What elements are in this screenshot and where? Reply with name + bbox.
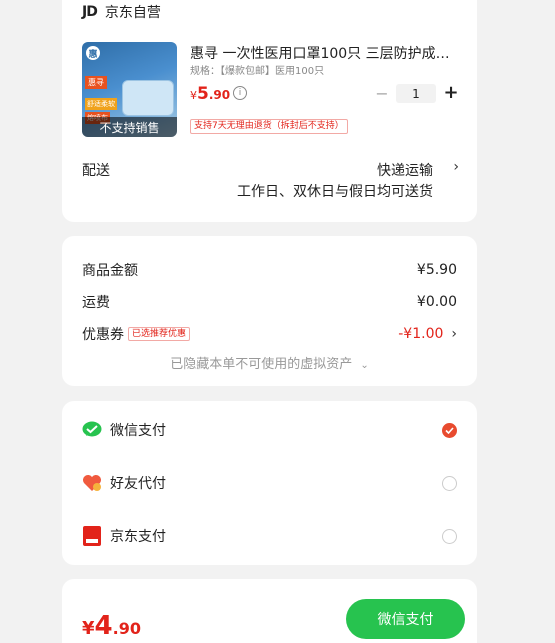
chevron-right-icon[interactable]: › [453, 159, 459, 175]
quantity-input[interactable]: 1 [396, 84, 436, 103]
coupon-value: -¥1.00 [398, 326, 444, 342]
radio-checked-icon[interactable] [442, 422, 457, 438]
coupon-badge: 已选推荐优惠 [128, 327, 191, 341]
order-summary-card: 商品金额 ¥5.90 运费 ¥0.00 优惠券 已选推荐优惠 -¥1.00 › … [62, 236, 477, 386]
currency-symbol: ¥ [190, 89, 197, 102]
payment-option-label: 好友代付 [110, 476, 166, 492]
shipping-label: 配送 [82, 163, 110, 179]
jd-logo-icon: JD [82, 4, 98, 20]
product-price: ¥5.90 [190, 84, 230, 104]
radio-unchecked-icon[interactable] [442, 475, 457, 491]
hidden-assets-note: 已隐藏本单不可使用的虚拟资产 [170, 357, 353, 372]
coupon-label-group: 优惠券 已选推荐优惠 [82, 324, 191, 344]
payment-methods-card: 微信支付 好友代付 京东支付 [62, 401, 477, 565]
freight-row: 运费 ¥0.00 [82, 292, 457, 312]
total-integer: 4 [94, 611, 113, 641]
coupon-row[interactable]: 优惠券 已选推荐优惠 -¥1.00 › [82, 324, 457, 344]
coupon-value-group[interactable]: -¥1.00 › [398, 326, 457, 342]
store-card: JD 京东自营 惠 惠寻 舒适柔软 熔喷布 不支持销售 惠寻 一次性医用口罩10… [62, 0, 477, 222]
payment-option-jd[interactable]: 京东支付 [82, 524, 457, 548]
wechat-pay-button[interactable]: 微信支付 [346, 599, 465, 639]
goods-amount-label: 商品金额 [82, 263, 138, 279]
product-spec: 规格：【爆款包邮】医用100只 [190, 66, 325, 77]
store-header: JD 京东自营 [82, 0, 161, 24]
payment-option-label: 微信支付 [110, 423, 166, 439]
product-title[interactable]: 惠寻 一次性医用口罩100只 三层防护成人… [190, 43, 460, 63]
goods-amount-row: 商品金额 ¥5.90 [82, 260, 457, 280]
currency-symbol: ¥ [82, 618, 95, 639]
hidden-assets-toggle[interactable]: 已隐藏本单不可使用的虚拟资产 ⌄ [62, 353, 477, 372]
chevron-down-icon: ⌄ [360, 360, 369, 371]
quantity-decrease-button[interactable]: − [373, 84, 391, 103]
payment-option-wechat[interactable]: 微信支付 [82, 418, 457, 442]
freight-value: ¥0.00 [416, 294, 457, 310]
thumb-brand-tag: 惠寻 [85, 76, 107, 89]
product-thumbnail[interactable]: 惠 惠寻 舒适柔软 熔喷布 不支持销售 [82, 42, 177, 137]
coupon-label: 优惠券 [82, 327, 124, 343]
wechat-pay-icon [82, 420, 102, 440]
price-decimal: .90 [208, 88, 231, 102]
payment-option-friend[interactable]: 好友代付 [82, 471, 457, 495]
shipping-method[interactable]: 快递运输 [377, 160, 433, 180]
store-name: 京东自营 [104, 5, 161, 21]
total-decimal: .90 [112, 619, 141, 638]
brand-logo-icon: 惠 [86, 46, 100, 60]
goods-amount-value: ¥5.90 [416, 262, 457, 278]
freight-label: 运费 [82, 295, 110, 311]
mask-image [122, 80, 174, 116]
return-policy-tag: 支持7天无理由退货（拆封后不支持） [190, 119, 348, 134]
not-for-sale-overlay: 不支持销售 [82, 117, 177, 137]
price-integer: 5 [197, 84, 209, 104]
chevron-right-icon: › [451, 326, 457, 342]
jd-pay-icon [82, 526, 102, 546]
radio-unchecked-icon[interactable] [442, 528, 457, 544]
total-price: ¥4.90 [82, 611, 141, 641]
thumb-feature-tag: 舒适柔软 [85, 98, 117, 110]
payment-option-label: 京东支付 [110, 529, 166, 545]
info-icon[interactable]: i [233, 86, 247, 100]
shipping-description: 工作日、双休日与假日均可送货 [237, 184, 433, 200]
quantity-increase-button[interactable]: + [442, 82, 460, 103]
checkout-bar: ¥4.90 微信支付 [62, 579, 477, 643]
friend-pay-icon [82, 473, 102, 493]
